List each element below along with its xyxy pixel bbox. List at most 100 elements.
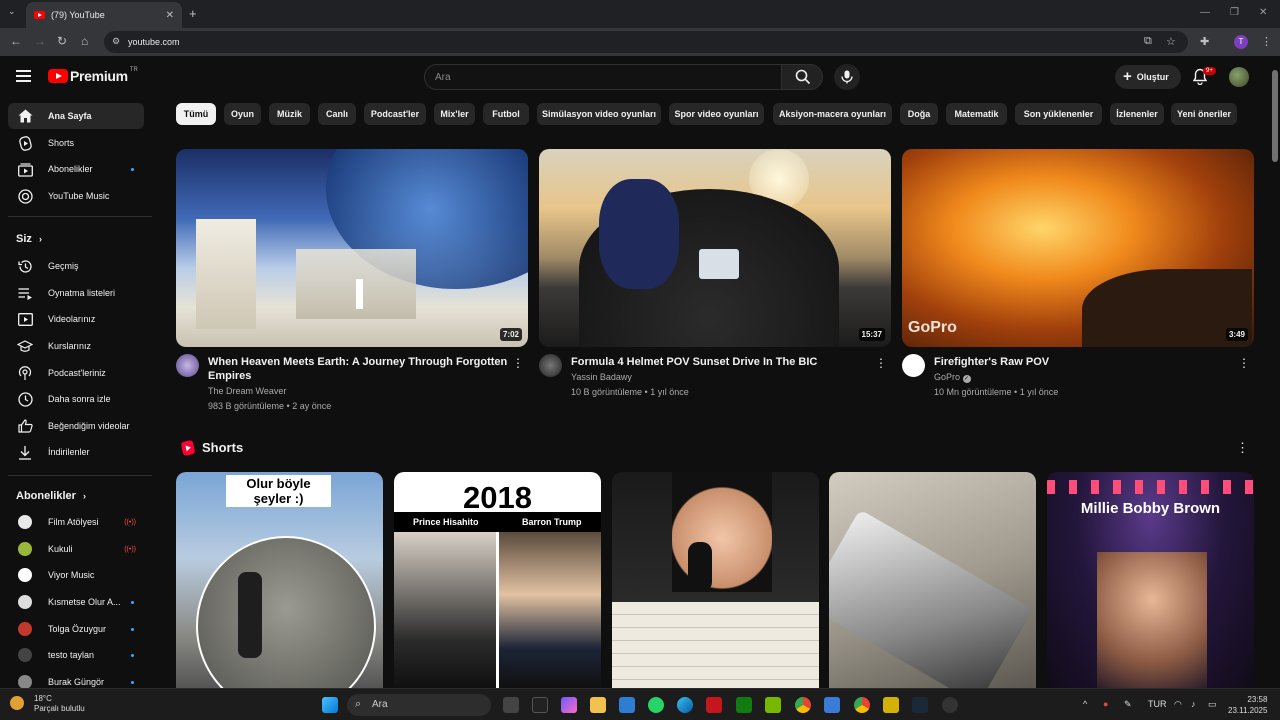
guide-menu-icon[interactable] (16, 70, 31, 82)
chrome-icon[interactable] (795, 697, 811, 713)
channel-name[interactable]: Yassin Badawy (571, 372, 632, 382)
url-field[interactable]: ⚙ youtube.com (104, 31, 1188, 53)
sidebar-item-youtube-music[interactable]: YouTube Music (8, 183, 144, 209)
chip-podcasts[interactable]: Podcast'ler (364, 103, 426, 125)
you-section-header[interactable]: Siz › (16, 233, 42, 245)
chip-nature[interactable]: Doğa (900, 103, 938, 125)
short-thumbnail[interactable]: 2018 Prince Hisahito Barron Trump (394, 472, 601, 688)
sidebar-sub-kukuli[interactable]: Kukuli ((•)) (8, 536, 144, 562)
video-thumbnail[interactable]: GoPro 3:49 (902, 149, 1254, 347)
channel-avatar[interactable] (539, 354, 562, 377)
weather-widget[interactable]: 18°C Parçalı bulutlu (10, 694, 85, 714)
battery-icon[interactable]: ▭ (1208, 699, 1217, 710)
scrollbar-thumb[interactable] (1272, 70, 1278, 162)
video-title[interactable]: Firefighter's Raw POV (934, 355, 1234, 369)
reload-icon[interactable]: ↻ (57, 34, 67, 48)
search-button[interactable] (781, 64, 823, 90)
store-icon[interactable] (619, 697, 635, 713)
chrome-profile-icon[interactable] (854, 697, 870, 713)
chip-all[interactable]: Tümü (176, 103, 216, 125)
channel-name[interactable]: GoPro ✓ (934, 372, 971, 383)
language-indicator[interactable]: TUR (1148, 699, 1167, 709)
chip-watched[interactable]: İzlenenler (1110, 103, 1164, 125)
whatsapp-icon[interactable] (648, 697, 664, 713)
site-info-icon[interactable]: ⚙ (112, 36, 120, 47)
short-thumbnail[interactable] (612, 472, 819, 688)
short-thumbnail[interactable]: Olur böyle şeyler :) (176, 472, 383, 688)
home-button-icon[interactable]: ⌂ (81, 34, 88, 48)
back-icon[interactable]: ← (10, 34, 22, 48)
video-title[interactable]: When Heaven Meets Earth: A Journey Throu… (208, 355, 508, 383)
volume-icon[interactable]: ♪ (1191, 699, 1196, 709)
epic-games-icon[interactable] (532, 697, 548, 713)
short-thumbnail[interactable]: Millie Bobby Brown (1047, 472, 1254, 688)
sidebar-item-home[interactable]: Ana Sayfa (8, 103, 144, 129)
xbox-icon[interactable] (736, 697, 752, 713)
chip-music[interactable]: Müzik (269, 103, 310, 125)
chip-new-to-you[interactable]: Yeni öneriler (1171, 103, 1237, 125)
bookmark-star-icon[interactable]: ☆ (1166, 35, 1176, 48)
video-title[interactable]: Formula 4 Helmet POV Sunset Drive In The… (571, 355, 871, 369)
sidebar-item-downloads[interactable]: İndirilenler (8, 439, 144, 465)
tray-pen-icon[interactable]: ✎ (1124, 699, 1132, 710)
settings-gear-icon[interactable] (942, 697, 958, 713)
profile-avatar[interactable]: T (1234, 35, 1248, 49)
extensions-icon[interactable]: ✚ (1200, 35, 1209, 48)
wifi-icon[interactable]: ◠ (1174, 699, 1182, 710)
new-tab-button[interactable]: + (189, 6, 197, 21)
sidebar-sub-tolga-ozuygur[interactable]: Tolga Özuygur (8, 616, 144, 642)
sidebar-item-liked-videos[interactable]: Beğendiğim videolar (8, 413, 144, 439)
video-thumbnail[interactable]: 7:02 (176, 149, 528, 347)
sidebar-sub-viyor-music[interactable]: Viyor Music (8, 562, 144, 588)
channel-avatar[interactable] (176, 354, 199, 377)
maximize-icon[interactable]: ❐ (1230, 7, 1239, 18)
browser-tab-youtube[interactable]: (79) YouTube ✕ (26, 2, 182, 28)
tab-close-icon[interactable]: ✕ (166, 10, 174, 21)
tray-chevron-icon[interactable]: ^ (1083, 699, 1087, 709)
youtube-premium-logo[interactable]: Premium TR (48, 67, 138, 84)
sidebar-sub-film-atolyesi[interactable]: Film Atölyesi ((•)) (8, 509, 144, 535)
window-close-icon[interactable]: ✕ (1259, 7, 1267, 18)
chip-math[interactable]: Matematik (946, 103, 1007, 125)
page-scrollbar[interactable] (1271, 60, 1280, 688)
sidebar-item-your-videos[interactable]: Videolarınız (8, 306, 144, 332)
sidebar-sub-testo-taylan[interactable]: testo taylan (8, 642, 144, 668)
system-clock[interactable]: 23:58 23.11.2025 (1228, 694, 1267, 716)
account-avatar[interactable] (1229, 67, 1249, 87)
nvidia-icon[interactable] (765, 697, 781, 713)
tab-search-icon[interactable]: ⌄ (8, 6, 20, 20)
outlook-icon[interactable] (824, 697, 840, 713)
chip-sports-games[interactable]: Spor video oyunları (669, 103, 764, 125)
short-thumbnail[interactable] (829, 472, 1036, 688)
sidebar-item-history[interactable]: Geçmiş (8, 253, 144, 279)
more-options-icon[interactable]: ⋮ (875, 356, 887, 370)
channel-avatar[interactable] (902, 354, 925, 377)
sidebar-item-watch-later[interactable]: Daha sonra izle (8, 386, 144, 412)
chip-mixes[interactable]: Mix'ler (434, 103, 475, 125)
steam-icon[interactable] (912, 697, 928, 713)
install-app-icon[interactable]: ⧉ (1144, 35, 1152, 48)
sidebar-item-playlists[interactable]: Oynatma listeleri (8, 280, 144, 306)
create-button[interactable]: + Oluştur (1115, 65, 1181, 89)
video-thumbnail[interactable]: 15:37 (539, 149, 891, 347)
chip-recently-uploaded[interactable]: Son yüklenenler (1015, 103, 1102, 125)
sidebar-item-subscriptions[interactable]: Abonelikler (8, 156, 144, 182)
copilot-icon[interactable] (561, 697, 577, 713)
app-icon[interactable] (883, 697, 899, 713)
subscriptions-section-header[interactable]: Abonelikler › (16, 490, 86, 502)
chip-football[interactable]: Futbol (483, 103, 529, 125)
sidebar-item-courses[interactable]: Kurslarınız (8, 333, 144, 359)
task-view-icon[interactable] (503, 697, 519, 713)
taskbar-search[interactable]: ⌕ Ara (347, 694, 491, 716)
tray-app-icon[interactable]: ● (1103, 699, 1108, 709)
browser-menu-icon[interactable]: ⋮ (1261, 35, 1272, 48)
chip-live[interactable]: Canlı (318, 103, 356, 125)
chip-gaming[interactable]: Oyun (224, 103, 261, 125)
search-input[interactable]: Ara (424, 64, 782, 90)
edge-icon[interactable] (677, 697, 693, 713)
sidebar-sub-kismetse-olur[interactable]: Kısmetse Olur A... (8, 589, 144, 615)
voice-search-button[interactable] (834, 64, 860, 90)
chip-simulation-games[interactable]: Simülasyon video oyunları (537, 103, 661, 125)
opera-icon[interactable] (706, 697, 722, 713)
channel-name[interactable]: The Dream Weaver (208, 386, 286, 396)
